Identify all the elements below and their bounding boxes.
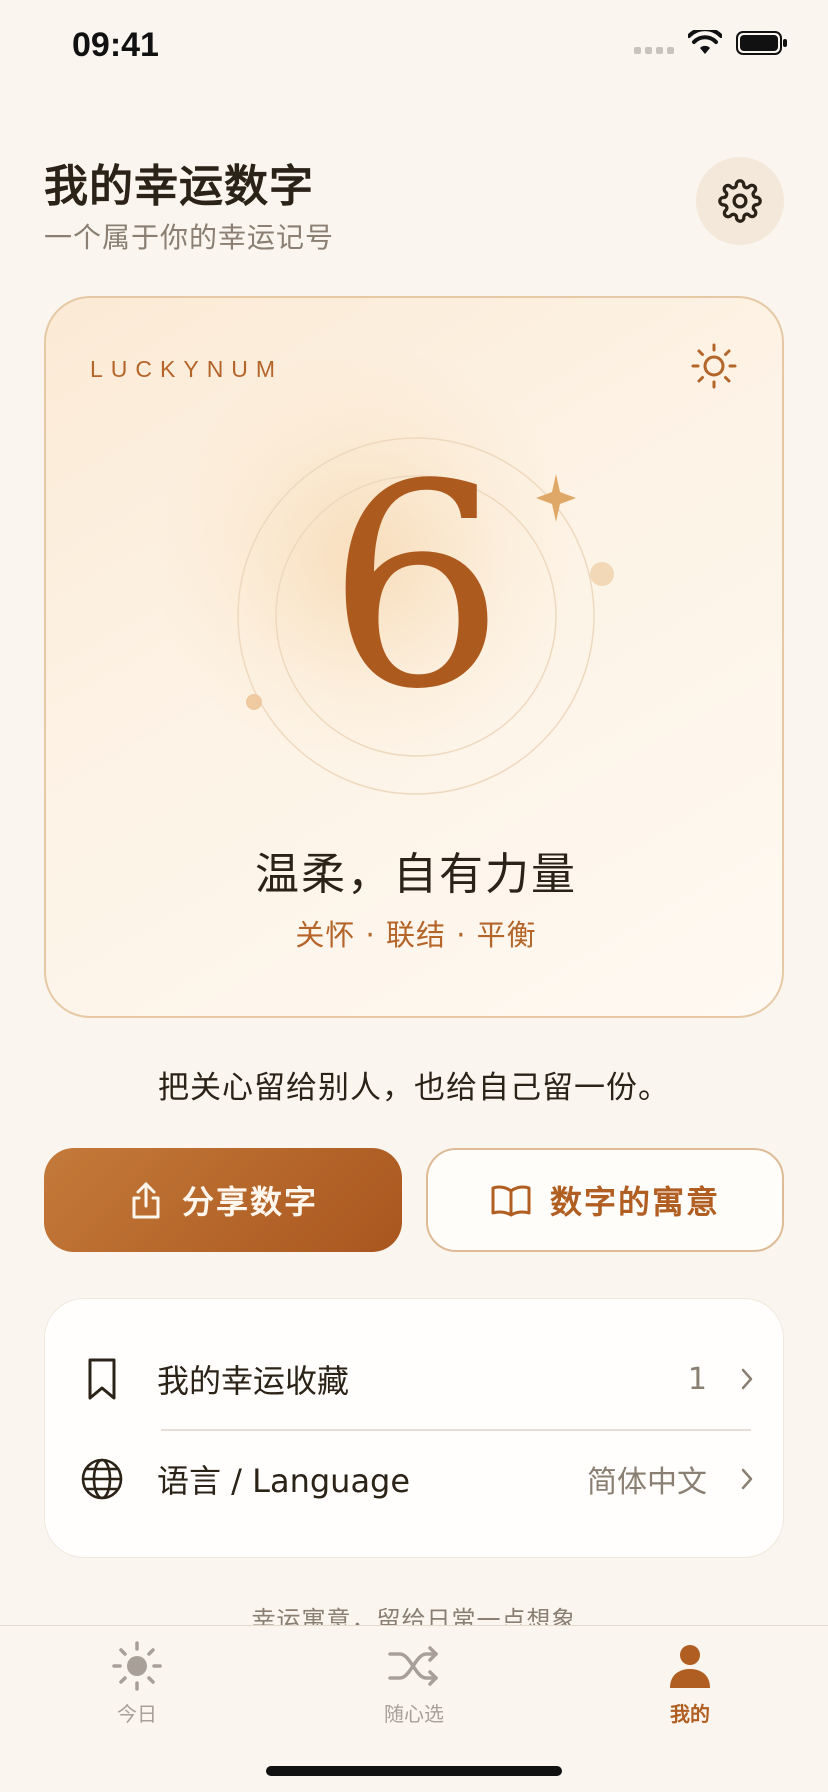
list-item-language[interactable]: 语言 / Language 简体中文 [45, 1429, 785, 1529]
sun-icon [112, 1641, 162, 1691]
screen: 09:41 我的幸运数字 一个属于你的幸运记号 LUCKYNUM 6 温柔，自有… [0, 0, 828, 1792]
number-meaning-button[interactable]: 数字的寓意 [426, 1148, 784, 1252]
language-value: 简体中文 [587, 1465, 707, 1500]
page-subtitle: 一个属于你的幸运记号 [44, 221, 335, 254]
number-meaning-label: 数字的寓意 [549, 1183, 720, 1221]
bookmark-icon [79, 1356, 125, 1402]
list-item-favorites[interactable]: 我的幸运收藏 1 [45, 1329, 785, 1429]
page-title: 我的幸运数字 [44, 161, 314, 212]
wifi-icon [688, 30, 722, 54]
status-icons [634, 30, 788, 56]
person-icon [670, 1645, 710, 1688]
tab-today[interactable]: 今日 [57, 1640, 217, 1727]
shuffle-icon [388, 1646, 438, 1686]
lucky-number-card[interactable]: LUCKYNUM 6 温柔，自有力量 关怀 · 联结 · 平衡 [44, 296, 784, 1018]
tab-today-label: 今日 [117, 1702, 157, 1726]
daily-quote: 把关心留给别人，也给自己留一份。 [158, 1070, 670, 1106]
status-time: 09:41 [72, 26, 159, 64]
share-icon [132, 1182, 160, 1219]
number-keywords: 关怀 · 联结 · 平衡 [295, 918, 537, 952]
favorites-count: 1 [687, 1361, 707, 1397]
tab-random-pick-label: 随心选 [384, 1702, 444, 1726]
number-tagline: 温柔，自有力量 [255, 849, 577, 900]
chevron-right-icon [741, 1368, 753, 1390]
chevron-right-icon [741, 1468, 753, 1490]
globe-icon [79, 1456, 125, 1502]
settings-list: 我的幸运收藏 1 语言 / Language 简体中文 [44, 1298, 784, 1558]
tab-random-pick[interactable]: 随心选 [334, 1640, 494, 1727]
tab-mine-label: 我的 [670, 1702, 710, 1726]
settings-button[interactable] [696, 157, 784, 245]
favorites-label: 我的幸运收藏 [157, 1362, 350, 1400]
share-number-button[interactable]: 分享数字 [44, 1148, 402, 1252]
tab-mine[interactable]: 我的 [610, 1640, 770, 1727]
share-number-label: 分享数字 [181, 1183, 318, 1221]
cellular-signal-icon [634, 32, 674, 54]
language-label: 语言 / Language [157, 1462, 411, 1500]
lucky-number: 6 [326, 425, 506, 751]
home-indicator [266, 1766, 562, 1776]
battery-icon [736, 31, 787, 55]
gear-icon [718, 179, 762, 223]
book-icon [491, 1185, 531, 1217]
